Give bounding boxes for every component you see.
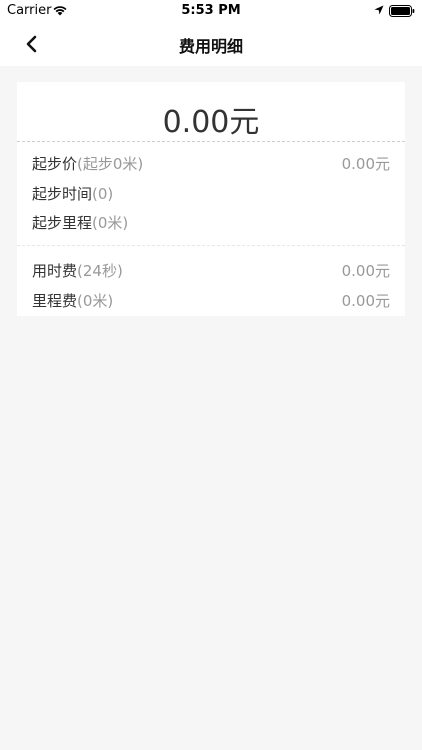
clock: 5:53 PM <box>181 3 241 18</box>
fee-row-label: 起步时间 <box>32 185 93 203</box>
battery-icon <box>389 5 415 17</box>
fee-row-sub: (0米) <box>77 292 114 310</box>
divider <box>17 245 405 246</box>
total-fee: 0.00元 <box>162 105 260 140</box>
fee-row-time-fee: 用时费(24秒) 0.00元 <box>32 260 390 284</box>
fee-row-label: 里程费 <box>32 292 78 310</box>
fee-detail-card: 0.00元 起步价(起步0米) 0.00元 起步时间(0) 起步里程(0米) 用… <box>17 82 405 316</box>
fee-row-value: 0.00元 <box>341 292 390 310</box>
status-bar: Carrier 5:53 PM <box>0 0 422 22</box>
fee-row-base-distance: 起步里程(0米) <box>32 212 390 236</box>
fee-row-label: 起步里程 <box>32 214 93 232</box>
fee-row-distance-fee: 里程费(0米) 0.00元 <box>32 290 390 314</box>
divider <box>17 141 405 142</box>
fee-row-sub: (0米) <box>92 214 129 232</box>
fee-row-base-price: 起步价(起步0米) 0.00元 <box>32 153 390 177</box>
fee-row-label: 起步价 <box>32 155 78 173</box>
fee-row-sub: (0) <box>92 185 114 203</box>
fee-row-value: 0.00元 <box>341 262 390 280</box>
fee-row-value: 0.00元 <box>341 155 390 173</box>
page-title: 费用明细 <box>178 37 243 56</box>
location-arrow-icon <box>374 5 384 15</box>
fee-row-base-time: 起步时间(0) <box>32 183 390 207</box>
fee-row-sub: (起步0米) <box>77 155 144 173</box>
fee-row-sub: (24秒) <box>77 262 123 280</box>
fee-row-label: 用时费 <box>32 262 78 280</box>
nav-bar: 费用明细 <box>0 22 422 66</box>
